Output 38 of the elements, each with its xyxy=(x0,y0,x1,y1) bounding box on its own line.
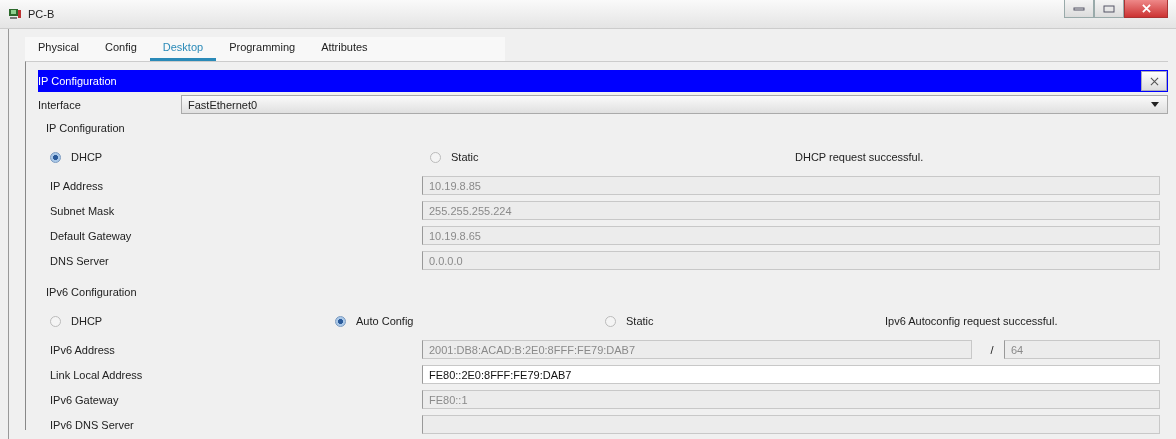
status-message: Ipv6 Autoconfig request successful. xyxy=(885,315,1059,327)
dropdown-arrow-icon xyxy=(1151,102,1159,107)
tab[interactable]: Programming xyxy=(216,41,309,61)
prefix-separator: / xyxy=(989,343,995,356)
maximize-icon xyxy=(1103,4,1115,13)
maximize-button[interactable] xyxy=(1094,0,1124,18)
section-title: IP Configuration xyxy=(46,121,126,136)
close-button[interactable] xyxy=(1124,0,1168,18)
minimize-button[interactable] xyxy=(1064,0,1094,18)
field-label: Subnet Mask xyxy=(50,204,116,217)
field-label: IP Address xyxy=(50,179,104,192)
close-button[interactable] xyxy=(1141,71,1167,91)
interface-dropdown[interactable]: FastEthernet0 xyxy=(181,95,1168,114)
radio-button[interactable]: DHCP xyxy=(50,315,103,327)
field-label: IPv6 DNS Server xyxy=(50,418,135,431)
field-label: IPv6 Gateway xyxy=(50,393,120,406)
panel-title: IP Configuration xyxy=(38,75,117,87)
close-icon xyxy=(1149,76,1159,86)
text-field[interactable]: FE80::2E0:8FFF:FE79:DAB7 xyxy=(422,365,1160,384)
field-label: IPv6 Address xyxy=(50,343,116,356)
radio-button[interactable]: Static xyxy=(430,151,479,163)
radio-button[interactable]: Auto Config xyxy=(335,315,414,327)
radio-button[interactable]: Static xyxy=(605,315,654,327)
radio-button[interactable]: DHCP xyxy=(50,151,103,163)
status-message: DHCP request successful. xyxy=(795,151,925,163)
close-icon xyxy=(1141,4,1151,13)
computer-icon xyxy=(8,8,22,20)
tab[interactable]: Attributes xyxy=(308,41,381,61)
tab[interactable]: Config xyxy=(91,41,150,61)
minimize-icon xyxy=(1073,4,1085,13)
field-label: Interface xyxy=(38,98,82,111)
field-label: Default Gateway xyxy=(50,229,133,242)
section-title: IPv6 Configuration xyxy=(46,285,138,300)
tab[interactable]: Physical xyxy=(25,41,92,61)
field-label: DNS Server xyxy=(50,254,110,267)
tab[interactable]: Desktop xyxy=(149,41,217,61)
field-label: Link Local Address xyxy=(50,368,144,381)
window-title: PC-B xyxy=(28,8,55,20)
